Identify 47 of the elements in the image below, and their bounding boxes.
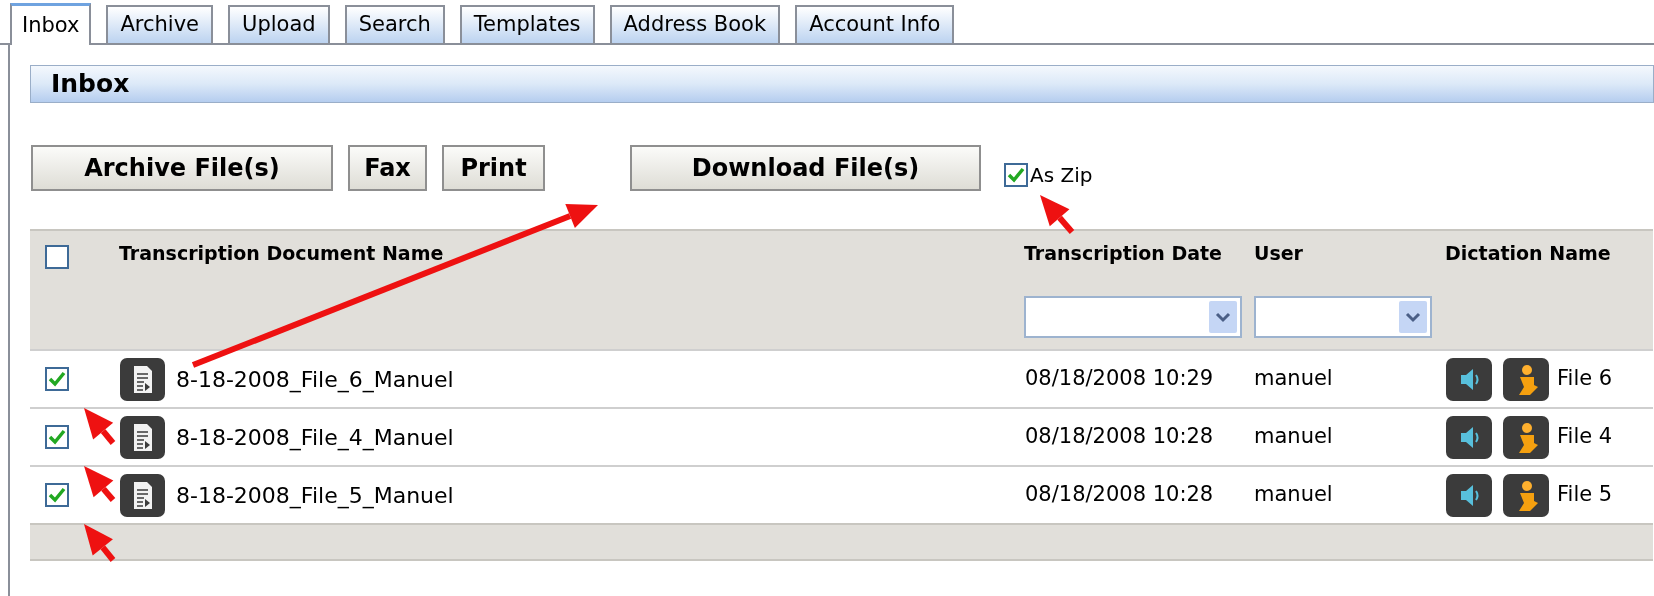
table-cell-text: File 5 xyxy=(1557,481,1613,509)
table-cell-text: manuel xyxy=(1253,481,1334,509)
tab[interactable]: Address Book xyxy=(609,5,781,43)
annotation-arrow xyxy=(84,466,116,502)
document-icon[interactable] xyxy=(119,414,166,460)
table-cell-text: manuel xyxy=(1253,423,1334,451)
tab[interactable]: Upload xyxy=(228,5,330,43)
annotation-arrow xyxy=(1040,195,1075,234)
table-cell-text: 8-18-2008_File_4_Manuel xyxy=(176,423,454,453)
column-header[interactable]: Transcription Document Name xyxy=(119,239,444,268)
tab[interactable]: Inbox xyxy=(10,3,92,45)
annotation-arrow xyxy=(84,524,116,562)
column-header[interactable]: Transcription Date xyxy=(1024,239,1222,268)
speaker-icon[interactable] xyxy=(1445,414,1493,460)
checkbox[interactable] xyxy=(1004,163,1028,187)
table-cell-text: 08/18/2008 10:28 xyxy=(1024,481,1215,509)
checkbox[interactable] xyxy=(45,245,69,269)
toolbar-button[interactable]: Archive File(s) xyxy=(31,145,333,191)
checkbox-label: As Zip xyxy=(1030,162,1093,189)
person-icon[interactable] xyxy=(1502,414,1550,460)
table-cell-text: File 6 xyxy=(1557,365,1613,393)
annotation-arrow xyxy=(84,408,116,445)
tab[interactable]: Account Info xyxy=(795,5,955,43)
checkbox[interactable] xyxy=(45,367,69,391)
table-cell-text: 8-18-2008_File_6_Manuel xyxy=(176,365,454,395)
tab[interactable]: Templates xyxy=(459,5,595,43)
section-header: Inbox xyxy=(30,65,1654,103)
person-icon[interactable] xyxy=(1502,472,1550,518)
table-cell-text: 08/18/2008 10:29 xyxy=(1024,365,1215,393)
checkbox[interactable] xyxy=(45,425,69,449)
column-header[interactable]: Dictation Name xyxy=(1445,239,1611,268)
toolbar-button[interactable]: Download File(s) xyxy=(630,145,981,191)
table-cell-text: 08/18/2008 10:28 xyxy=(1024,423,1215,451)
checkbox[interactable] xyxy=(45,483,69,507)
tab[interactable]: Archive xyxy=(106,5,214,43)
table-cell-text: File 4 xyxy=(1557,423,1613,451)
table-cell-text: manuel xyxy=(1253,365,1334,393)
column-header[interactable]: User xyxy=(1254,239,1303,268)
document-icon[interactable] xyxy=(119,356,166,402)
speaker-icon[interactable] xyxy=(1445,472,1493,518)
person-icon[interactable] xyxy=(1502,356,1550,402)
toolbar-button[interactable]: Fax xyxy=(348,145,427,191)
tab[interactable]: Search xyxy=(344,5,445,43)
speaker-icon[interactable] xyxy=(1445,356,1493,402)
toolbar-button[interactable]: Print xyxy=(442,145,545,191)
table-cell-text: 8-18-2008_File_5_Manuel xyxy=(176,481,454,511)
document-icon[interactable] xyxy=(119,472,166,518)
